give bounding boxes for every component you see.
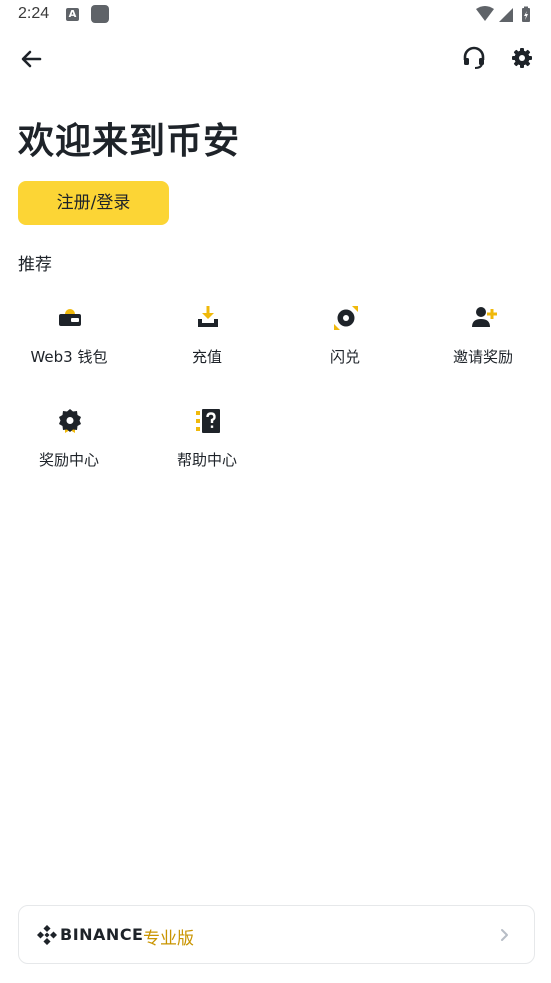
binance-pro-banner[interactable]: BINANCE 专业版: [18, 905, 535, 964]
feature-label: 帮助中心: [176, 451, 237, 469]
web3-wallet-icon: [59, 309, 81, 326]
invite-user-icon: [472, 307, 497, 327]
deposit-icon: [198, 306, 218, 327]
battery-icon: [522, 6, 530, 22]
feature-label: 闪兑: [329, 348, 360, 366]
chevron-right-icon: [501, 929, 508, 941]
top-app-bar: [0, 38, 551, 78]
gear-settings-icon[interactable]: [508, 44, 536, 72]
status-time: 2:24: [18, 5, 50, 22]
binance-brand-text: BINANCE: [60, 925, 144, 944]
feature-deposit[interactable]: 充值: [138, 305, 276, 385]
feature-label: 邀请奖励: [452, 348, 513, 366]
recommend-heading: 推荐: [18, 255, 52, 275]
status-icons: [476, 6, 530, 22]
feature-label: Web3 钱包: [30, 348, 108, 366]
help-center-icon: [196, 409, 220, 433]
feature-reward-center[interactable]: 奖励中心: [0, 408, 138, 488]
feature-help-center[interactable]: 帮助中心: [138, 408, 276, 488]
keyboard-a-icon: A: [66, 8, 79, 21]
page-title: 欢迎来到币安: [18, 121, 241, 162]
reward-badge-icon: [59, 409, 81, 433]
feature-label: 奖励中心: [38, 451, 99, 469]
notification-square-icon: [91, 5, 109, 23]
binance-logo-icon: [37, 925, 57, 945]
feature-invite-reward[interactable]: 邀请奖励: [414, 305, 551, 385]
pro-edition-label: 专业版: [143, 929, 194, 949]
back-arrow-icon[interactable]: [16, 44, 46, 74]
feature-label: 充值: [191, 348, 222, 366]
headset-support-icon[interactable]: [460, 44, 488, 72]
register-login-button[interactable]: 注册/登录: [18, 181, 169, 225]
feature-web3-wallet[interactable]: Web3 钱包: [0, 305, 138, 385]
status-bar: 2:24 A: [0, 0, 551, 30]
wifi-icon: [476, 6, 494, 21]
convert-icon: [334, 306, 358, 330]
feature-convert[interactable]: 闪兑: [276, 305, 414, 385]
cell-signal-icon: [499, 8, 513, 22]
